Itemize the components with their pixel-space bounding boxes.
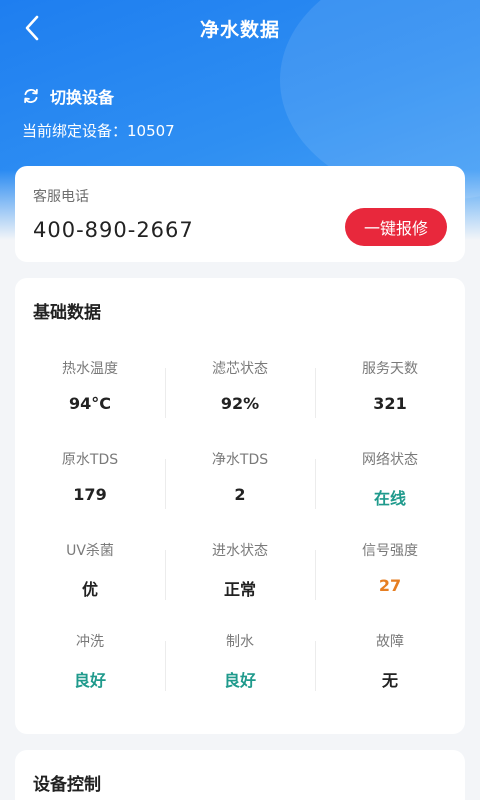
stat-value: 良好 — [223, 671, 256, 690]
stat-value: 正常 — [223, 580, 256, 599]
switch-device-label: 切换设备 — [50, 88, 115, 107]
divider — [165, 368, 166, 418]
chevron-left-icon — [25, 15, 39, 41]
stat-raw-tds: 原水TDS 179 — [15, 439, 165, 530]
stat-value: 在线 — [373, 489, 406, 508]
divider — [165, 550, 166, 600]
stat-water-production: 制水 良好 — [165, 621, 315, 712]
stat-label: UV杀菌 — [66, 543, 114, 559]
divider — [315, 641, 316, 691]
stat-signal-strength: 信号强度 27 — [315, 530, 465, 621]
back-button[interactable] — [18, 14, 46, 42]
stat-label: 原水TDS — [61, 452, 119, 468]
basic-data-card: 基础数据 热水温度 94°C 滤芯状态 92% 服务天数 321 原水TDS 1… — [15, 278, 465, 734]
stat-value: 27 — [378, 576, 402, 595]
stat-value: 92% — [220, 394, 260, 413]
basic-data-grid: 热水温度 94°C 滤芯状态 92% 服务天数 321 原水TDS 179 净水… — [15, 348, 465, 712]
stat-filter-status: 滤芯状态 92% — [165, 348, 315, 439]
service-phone[interactable]: 400-890-2667 — [33, 218, 194, 242]
stat-hot-water-temp: 热水温度 94°C — [15, 348, 165, 439]
stat-value: 179 — [73, 485, 107, 504]
service-card: 客服电话 400-890-2667 一键报修 — [15, 166, 465, 262]
stat-service-days: 服务天数 321 — [315, 348, 465, 439]
stat-value: 2 — [234, 485, 246, 504]
bound-device-text: 当前绑定设备：10507 — [22, 122, 175, 140]
stat-value: 优 — [81, 580, 98, 599]
divider — [165, 641, 166, 691]
stat-fault: 故障 无 — [315, 621, 465, 712]
stat-label: 进水状态 — [212, 543, 268, 559]
stat-label: 制水 — [226, 634, 254, 650]
divider — [315, 368, 316, 418]
page-title: 净水数据 — [199, 18, 280, 41]
divider — [315, 550, 316, 600]
divider — [165, 459, 166, 509]
stat-value: 321 — [373, 394, 407, 413]
stat-uv-sterilization: UV杀菌 优 — [15, 530, 165, 621]
switch-device-button[interactable]: 切换设备 — [22, 84, 114, 108]
stat-label: 冲洗 — [76, 634, 104, 650]
refresh-icon — [22, 87, 40, 105]
stat-value: 94°C — [68, 394, 111, 413]
stat-label: 净水TDS — [211, 452, 269, 468]
stat-pure-tds: 净水TDS 2 — [165, 439, 315, 530]
stat-network-status: 网络状态 在线 — [315, 439, 465, 530]
stat-label: 网络状态 — [362, 452, 418, 468]
stat-inlet-status: 进水状态 正常 — [165, 530, 315, 621]
stat-label: 服务天数 — [362, 361, 418, 377]
service-label: 客服电话 — [33, 189, 89, 205]
stat-label: 热水温度 — [62, 361, 118, 377]
divider — [315, 459, 316, 509]
stat-value: 良好 — [73, 671, 106, 690]
stat-label: 故障 — [376, 634, 404, 650]
repair-button[interactable]: 一键报修 — [345, 208, 447, 246]
top-bar: 净水数据 — [0, 0, 480, 56]
stat-value: 无 — [381, 671, 398, 690]
stat-label: 滤芯状态 — [212, 361, 268, 377]
device-control-title: 设备控制 — [33, 775, 101, 795]
device-control-card: 设备控制 — [15, 750, 465, 800]
basic-data-title: 基础数据 — [33, 303, 101, 323]
stat-label: 信号强度 — [362, 543, 418, 559]
stat-flush: 冲洗 良好 — [15, 621, 165, 712]
